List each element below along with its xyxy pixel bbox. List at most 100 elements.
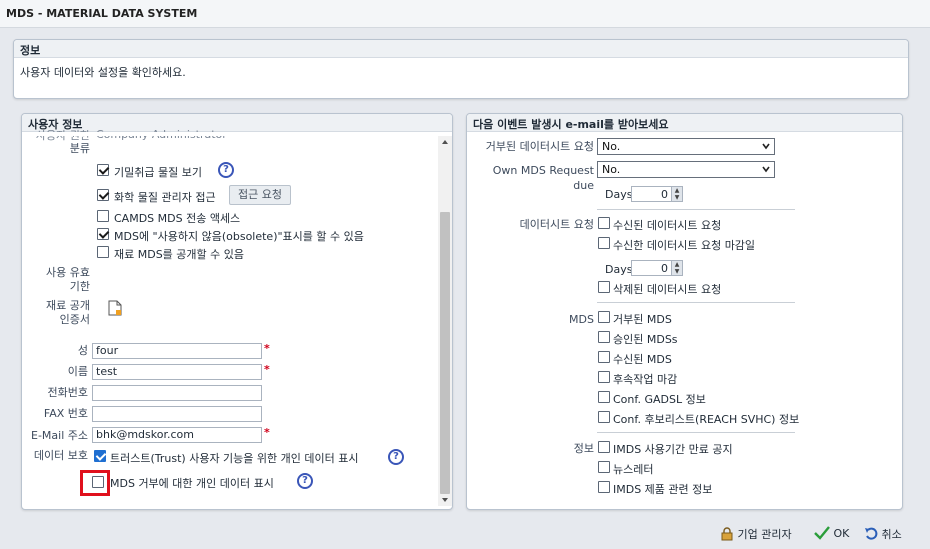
- fax-field[interactable]: [92, 406, 262, 422]
- info-text: 사용자 데이터와 설정을 확인하세요.: [20, 66, 186, 79]
- scroll-down-icon[interactable]: [438, 494, 452, 506]
- own-due-value: No.: [602, 163, 621, 176]
- spinner-arrows[interactable]: ▲ ▼: [671, 261, 682, 275]
- email-label: E-Mail 주소: [31, 429, 88, 442]
- data-protection-label: 데이터 보호: [33, 449, 88, 462]
- phone-label: 전화번호: [47, 386, 88, 399]
- email-heading: 다음 이벤트 발생시 e-mail를 받아보세요: [467, 114, 902, 132]
- perm-camds-label: CAMDS MDS 전송 액세스: [114, 212, 241, 225]
- scroll-up-icon[interactable]: [438, 136, 452, 148]
- perm-confidential-checkbox[interactable]: [97, 164, 109, 176]
- datasheet-received-checkbox[interactable]: [598, 217, 610, 229]
- mds-reject-data-label: MDS 거부에 대한 개인 데이터 표시: [110, 477, 274, 490]
- access-request-button[interactable]: 접근 요청: [229, 185, 291, 205]
- mds-received-checkbox[interactable]: [598, 351, 610, 363]
- mds-approved-checkbox[interactable]: [598, 331, 610, 343]
- info-newsletter-label: 뉴스레터: [613, 463, 654, 476]
- email-field[interactable]: bhk@mdskor.com: [92, 427, 262, 443]
- first-name-label: 이름: [67, 365, 88, 378]
- help-icon[interactable]: ?: [388, 449, 404, 465]
- info-product-checkbox[interactable]: [598, 481, 610, 493]
- datasheet-deadline-checkbox[interactable]: [598, 237, 610, 249]
- info-product-label: IMDS 제품 관련 정보: [613, 483, 713, 496]
- perm-chem-manager-checkbox[interactable]: [97, 189, 109, 201]
- chevron-down-icon: [762, 143, 770, 150]
- document-icon[interactable]: [108, 300, 122, 316]
- required-marker: *: [264, 363, 270, 376]
- company-admin-button[interactable]: 기업 관리자: [720, 526, 792, 542]
- mds-followup-label: 후속작업 마감: [613, 373, 678, 386]
- divider: [597, 432, 795, 433]
- validity-label-1: 사용 유효: [46, 266, 90, 279]
- cert-label-2: 인증서: [59, 313, 90, 326]
- deleted-request-checkbox[interactable]: [598, 281, 610, 293]
- mds-rejected-checkbox[interactable]: [598, 311, 610, 323]
- perm-obsolete-checkbox[interactable]: [97, 228, 109, 240]
- mds-svhc-label: Conf. 후보리스트(REACH SVHC) 정보: [613, 413, 800, 426]
- highlight-box: [80, 470, 110, 496]
- lock-icon: [721, 527, 733, 541]
- divider: [597, 302, 795, 303]
- check-icon: [814, 526, 830, 540]
- spinner-arrows[interactable]: ▲ ▼: [671, 187, 682, 201]
- days-spinner[interactable]: 0 ▲ ▼: [631, 260, 683, 276]
- category-label: 분류: [69, 142, 90, 155]
- rejected-request-select[interactable]: No.: [597, 138, 775, 155]
- info-expiry-label: IMDS 사용기간 만료 공지: [613, 443, 733, 456]
- validity-label-2: 기한: [69, 280, 90, 293]
- cert-label-1: 재료 공개: [46, 299, 90, 312]
- perm-camds-checkbox[interactable]: [97, 210, 109, 222]
- info-newsletter-checkbox[interactable]: [598, 461, 610, 473]
- last-name-field[interactable]: four: [92, 343, 262, 359]
- mds-rejected-label: 거부된 MDS: [613, 313, 672, 326]
- left-panel-scrollbar[interactable]: [438, 136, 452, 506]
- chevron-down-icon: [762, 166, 770, 173]
- divider: [597, 209, 795, 210]
- perm-publish-label: 재료 MDS를 공개할 수 있음: [114, 248, 245, 261]
- trust-data-label: 트러스트(Trust) 사용자 기능을 위한 개인 데이터 표시: [110, 452, 359, 465]
- required-marker: *: [264, 426, 270, 439]
- datasheet-label: 데이터시트 요청: [519, 218, 594, 231]
- company-admin-label: 기업 관리자: [737, 528, 792, 541]
- required-marker: *: [264, 342, 270, 355]
- user-info-panel: 사용자 정보 사용자 권한 Company Administrator 분류 기…: [21, 113, 453, 510]
- rejected-request-value: No.: [602, 140, 621, 153]
- window-title: MDS - MATERIAL DATA SYSTEM: [6, 7, 198, 20]
- undo-icon: [865, 527, 878, 540]
- days-label: Days: [605, 188, 633, 201]
- mds-label: MDS: [569, 313, 594, 326]
- cancel-label: 취소: [881, 528, 902, 541]
- mds-followup-checkbox[interactable]: [598, 371, 610, 383]
- email-panel: 다음 이벤트 발생시 e-mail를 받아보세요 거부된 데이터시트 요청 No…: [466, 113, 903, 510]
- perm-publish-checkbox[interactable]: [97, 246, 109, 258]
- cancel-button[interactable]: 취소: [864, 526, 902, 542]
- first-name-field[interactable]: test: [92, 364, 262, 380]
- ok-button[interactable]: OK: [814, 526, 849, 540]
- info-expiry-checkbox[interactable]: [598, 441, 610, 453]
- phone-field[interactable]: [92, 385, 262, 401]
- own-due-select[interactable]: No.: [597, 161, 775, 178]
- help-icon[interactable]: ?: [297, 473, 313, 489]
- mds-gadsl-label: Conf. GADSL 정보: [613, 393, 706, 406]
- perm-confidential-label: 기밀취급 물질 보기: [114, 166, 202, 179]
- last-name-label: 성: [77, 344, 88, 357]
- deleted-request-label: 삭제된 데이터시트 요청: [613, 283, 722, 296]
- mds-svhc-checkbox[interactable]: [598, 411, 610, 423]
- own-due-label: Own MDS Request due: [492, 164, 594, 192]
- title-bar: MDS - MATERIAL DATA SYSTEM: [0, 0, 930, 28]
- info-panel: 정보 사용자 데이터와 설정을 확인하세요.: [13, 39, 909, 99]
- days-value: 0: [661, 262, 668, 275]
- scroll-thumb[interactable]: [440, 212, 450, 494]
- days-spinner[interactable]: 0 ▲ ▼: [631, 186, 683, 202]
- ok-label: OK: [833, 527, 850, 540]
- trust-data-checkbox[interactable]: [94, 450, 106, 462]
- help-icon[interactable]: ?: [218, 162, 234, 178]
- days-value: 0: [661, 188, 668, 201]
- info-label: 정보: [573, 442, 594, 455]
- mds-gadsl-checkbox[interactable]: [598, 391, 610, 403]
- info-heading: 정보: [14, 40, 908, 58]
- datasheet-deadline-label: 수신한 데이터시트 요청 마감일: [613, 239, 756, 252]
- mds-approved-label: 승인된 MDSs: [613, 333, 678, 346]
- fax-label: FAX 번호: [43, 407, 88, 420]
- perm-chem-manager-label: 화학 물질 관리자 접근: [114, 191, 216, 204]
